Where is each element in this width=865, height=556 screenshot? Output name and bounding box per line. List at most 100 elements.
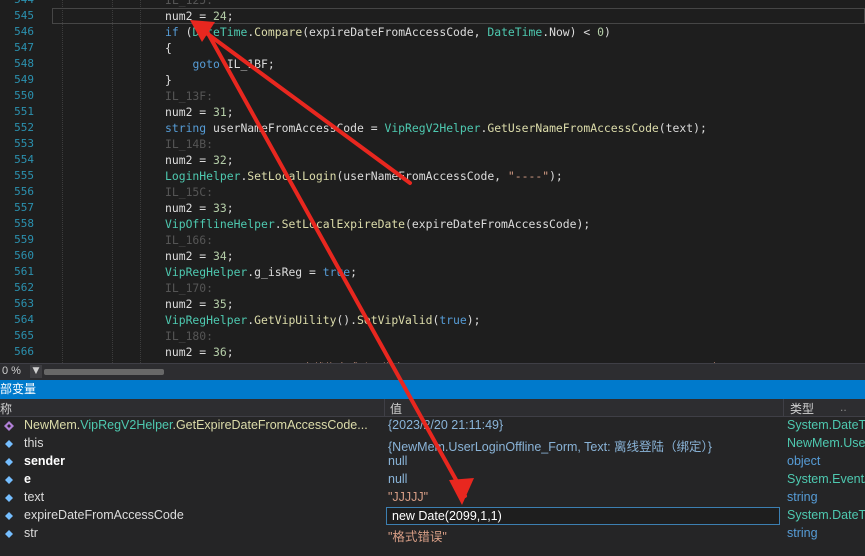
column-header-more: ..	[840, 400, 847, 414]
editor-status-bar: 0 % ▼	[0, 363, 865, 380]
code-line[interactable]: if (DateTime.Compare(expireDateFromAcces…	[165, 24, 611, 40]
line-number: 559	[14, 233, 34, 246]
line-number: 555	[14, 169, 34, 182]
code-line[interactable]: IL_13F:	[165, 88, 213, 104]
horizontal-scrollbar[interactable]	[44, 369, 865, 375]
variable-name: e	[24, 472, 31, 486]
line-number: 552	[14, 121, 34, 134]
code-line[interactable]: goto IL_1BF;	[165, 56, 274, 72]
line-number: 553	[14, 137, 34, 150]
variable-value[interactable]: "格式错误"	[388, 526, 782, 545]
field-icon	[5, 440, 13, 448]
line-number: 562	[14, 281, 34, 294]
code-line[interactable]: VipOfflineHelper.SetLocalExpireDate(expi…	[165, 216, 590, 232]
code-line[interactable]: LoginHelper.SetLocalLogin(userNameFromAc…	[165, 168, 563, 184]
line-number: 546	[14, 25, 34, 38]
variable-type: object	[787, 454, 821, 468]
locals-row[interactable]: sender null object	[0, 453, 865, 471]
code-line[interactable]: IL_170:	[165, 280, 213, 296]
indent-guide	[140, 0, 141, 363]
code-line[interactable]: }	[165, 72, 172, 88]
line-number: 556	[14, 185, 34, 198]
field-icon	[5, 512, 13, 520]
line-number: 565	[14, 329, 34, 342]
line-number: 544	[0, 0, 34, 8]
field-icon	[5, 494, 13, 502]
variable-name: sender	[24, 454, 65, 468]
code-line[interactable]: IL_180:	[165, 328, 213, 344]
variable-value[interactable]: null	[388, 472, 782, 486]
method-return-icon	[4, 421, 14, 431]
locals-window: 部变量 称 值 类型 .. NewMem.VipRegV2Helper.GetE…	[0, 380, 865, 556]
code-line[interactable]: IL_125:	[165, 0, 213, 8]
locals-row[interactable]: this {NewMem.UserLoginOffline_Form, Text:…	[0, 435, 865, 454]
indent-guide	[62, 0, 63, 363]
column-divider[interactable]	[783, 399, 784, 416]
variable-type: System.EventA	[787, 472, 865, 486]
locals-row[interactable]: str "格式错误" string	[0, 525, 865, 545]
code-line[interactable]: VipRegHelper.GetVipUility().SetVipValid(…	[165, 312, 480, 328]
column-header-type[interactable]: 类型	[790, 400, 814, 417]
line-number: 551	[14, 105, 34, 118]
variable-name: text	[24, 490, 45, 504]
line-number: 560	[14, 249, 34, 262]
line-number: 549	[14, 73, 34, 86]
variable-value[interactable]: {2023/2/20 21:11:49}	[388, 418, 782, 432]
code-line[interactable]: VipRegHelper.g_isReg = true;	[165, 264, 357, 280]
variable-name: this	[24, 436, 44, 450]
field-icon	[5, 458, 13, 466]
chevron-down-icon[interactable]: ▼	[30, 365, 42, 378]
code-line[interactable]: IL_14B:	[165, 136, 213, 152]
variable-value[interactable]: "JJJJJ"	[388, 490, 782, 504]
line-number: 563	[14, 297, 34, 310]
variable-name: NewMem.VipRegV2Helper.GetExpireDateFromA…	[24, 418, 368, 432]
variable-type: System.DateTi	[787, 418, 865, 432]
field-icon	[5, 476, 13, 484]
locals-row[interactable]: expireDateFromAccessCode new Date(2099,1,…	[0, 507, 865, 525]
code-line[interactable]: num2 = 33;	[165, 200, 234, 216]
line-number: 558	[14, 217, 34, 230]
code-line[interactable]: IL_15C:	[165, 184, 213, 200]
line-number: 554	[14, 153, 34, 166]
line-number: 566	[14, 345, 34, 358]
variable-type: System.DateTi	[787, 508, 865, 522]
code-line[interactable]: string userNameFromAccessCode = VipRegV2…	[165, 120, 707, 136]
locals-title[interactable]: 部变量	[0, 380, 865, 399]
code-line[interactable]: num2 = 36;	[165, 344, 234, 360]
line-number: 561	[14, 265, 34, 278]
locals-row[interactable]: text "JJJJJ" string	[0, 489, 865, 507]
variable-type: string	[787, 526, 818, 540]
code-line[interactable]: num2 = 31;	[165, 104, 234, 120]
code-line[interactable]: IL_166:	[165, 232, 213, 248]
scrollbar-thumb[interactable]	[44, 369, 164, 375]
code-line[interactable]: num2 = 34;	[165, 248, 234, 264]
line-number: 564	[14, 313, 34, 326]
field-icon	[5, 530, 13, 538]
code-line[interactable]: num2 = 35;	[165, 296, 234, 312]
column-header-value[interactable]: 值	[390, 400, 402, 417]
variable-name: expireDateFromAccessCode	[24, 508, 184, 522]
code-line[interactable]: num2 = 32;	[165, 152, 234, 168]
variable-type: string	[787, 490, 818, 504]
line-number: 550	[14, 89, 34, 102]
column-header-name[interactable]: 称	[0, 400, 12, 417]
zoom-level[interactable]: 0 %	[2, 365, 21, 377]
locals-header: 称 值 类型 ..	[0, 399, 865, 417]
locals-row[interactable]: e null System.EventA	[0, 471, 865, 489]
line-number: 557	[14, 201, 34, 214]
code-line[interactable]: num2 = 24;	[165, 8, 234, 24]
line-number: 545	[14, 9, 34, 22]
indent-guide	[112, 0, 113, 363]
line-number: 547	[14, 41, 34, 54]
value-edit-text: new Date(2099,1,1)	[392, 509, 502, 523]
value-edit-input[interactable]: new Date(2099,1,1)	[386, 507, 780, 525]
code-editor[interactable]: 544545 546 547 548 549 550 551 552 553 554 555 556 5…	[0, 0, 865, 363]
variable-type: NewMem.User	[787, 436, 865, 450]
line-number-gutter: 544545 546 547 548 549 550 551 552 553 554 555 556 5…	[0, 0, 40, 363]
variable-value[interactable]: null	[388, 454, 782, 468]
column-divider[interactable]	[384, 399, 385, 416]
code-line[interactable]: {	[165, 40, 172, 56]
variable-name: str	[24, 526, 38, 540]
locals-row[interactable]: NewMem.VipRegV2Helper.GetExpireDateFromA…	[0, 417, 865, 435]
line-number: 548	[14, 57, 34, 70]
